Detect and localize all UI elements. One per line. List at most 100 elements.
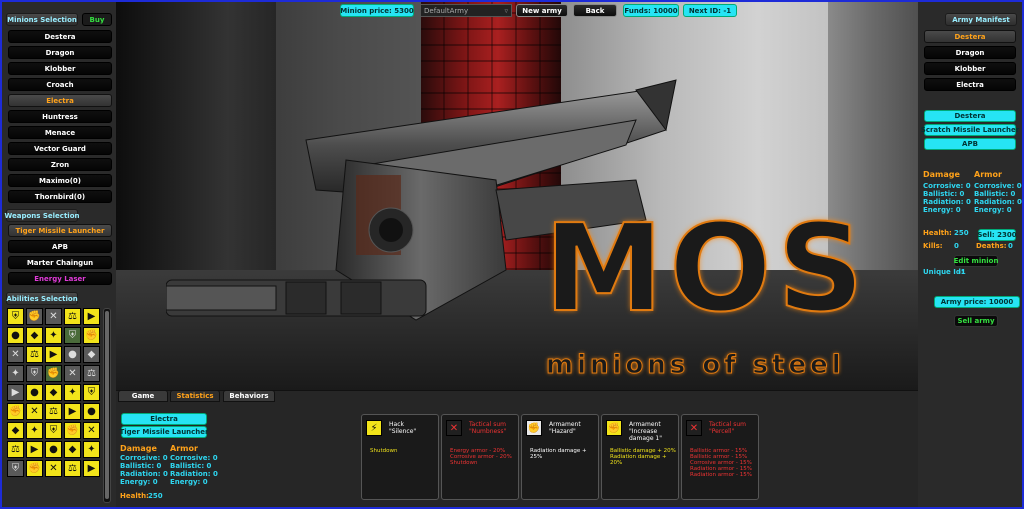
ability-slot-icon[interactable]: ● — [26, 384, 43, 401]
weapon-item-tiger-missile-launcher[interactable]: Tiger Missile Launcher — [8, 224, 112, 237]
detail-item-apb[interactable]: APB — [924, 138, 1016, 150]
army-item-electra[interactable]: Electra — [924, 78, 1016, 91]
back-button[interactable]: Back — [573, 4, 617, 17]
ability-slot-icon[interactable]: ● — [45, 441, 62, 458]
sell-army-button[interactable]: Sell army — [954, 315, 998, 327]
tab-behaviors[interactable]: Behaviors — [223, 390, 275, 402]
army-manifest-header: Army Manifest — [945, 13, 1017, 26]
tab-game[interactable]: Game — [118, 390, 168, 402]
sell-minion-button[interactable]: Sell: 2300 — [977, 229, 1017, 241]
ability-slot-icon[interactable]: ▶ — [7, 384, 24, 401]
tab-statistics[interactable]: Statistics — [170, 390, 220, 402]
weapon-item-marter-chaingun[interactable]: Marter Chaingun — [8, 256, 112, 269]
ability-card[interactable]: ✊ Armament "Hazard" Radiation damage + 25% — [521, 414, 599, 500]
ability-slot-icon[interactable]: ✕ — [26, 403, 43, 420]
ability-slot-icon[interactable]: ◆ — [26, 327, 43, 344]
minion-item-maximo-0[interactable]: Maximo(0) — [8, 174, 112, 187]
abilities-scrollbar[interactable] — [103, 308, 111, 503]
ability-slot-icon[interactable]: ✕ — [7, 346, 24, 363]
game-viewport: MOS minions of steel — [116, 0, 918, 390]
ability-slot-icon[interactable]: ✕ — [45, 308, 62, 325]
buy-button[interactable]: Buy — [82, 13, 112, 26]
ability-slot-icon[interactable]: ✊ — [45, 365, 62, 382]
unique-id-value: -1 — [958, 268, 966, 276]
ability-slot-icon[interactable]: ◆ — [7, 422, 24, 439]
minion-item-croach[interactable]: Croach — [8, 78, 112, 91]
ability-slot-icon[interactable]: ● — [7, 327, 24, 344]
detail-item-scratch-missile-launcher[interactable]: Scratch Missile Launcher — [921, 124, 1019, 136]
minion-price-label: Minion price: 5300 — [340, 4, 414, 17]
new-army-button[interactable]: New army — [516, 4, 568, 17]
ability-slot-icon[interactable]: ✊ — [83, 327, 100, 344]
scroll-thumb[interactable] — [105, 311, 109, 499]
ability-slot-icon[interactable]: ✦ — [26, 422, 43, 439]
minion-item-huntress[interactable]: Huntress — [8, 110, 112, 123]
minion-item-dragon[interactable]: Dragon — [8, 46, 112, 59]
ability-slot-icon[interactable]: ⚖ — [26, 346, 43, 363]
ability-slot-icon[interactable]: ⚖ — [7, 441, 24, 458]
ability-slot-icon[interactable]: ✕ — [45, 460, 62, 477]
minion-item-electra[interactable]: Electra — [8, 94, 112, 107]
ability-card[interactable]: ⚡ Hack "Silence" Shutdown — [361, 414, 439, 500]
ability-slot-icon[interactable]: ⛨ — [26, 365, 43, 382]
ability-slot-icon[interactable]: ⚖ — [64, 308, 81, 325]
army-item-destera[interactable]: Destera — [924, 30, 1016, 43]
ability-slot-icon[interactable]: ⛨ — [7, 460, 24, 477]
minion-item-destera[interactable]: Destera — [8, 30, 112, 43]
weapon-item-energy-laser[interactable]: Energy Laser — [8, 272, 112, 285]
ability-slot-icon[interactable]: ⛨ — [83, 384, 100, 401]
left-panel: Minions Selection Buy Destera Dragon Klobb… — [2, 2, 116, 507]
army-item-klobber[interactable]: Klobber — [924, 62, 1016, 75]
ability-card[interactable]: ✕ Tactical sum "Percell" Ballistic armor - … — [681, 414, 759, 500]
ability-slot-icon[interactable]: ✊ — [64, 422, 81, 439]
ability-slot-icon[interactable]: ✦ — [45, 327, 62, 344]
ability-card-type: Tactical sum — [709, 421, 746, 428]
edit-minion-button[interactable]: Edit minion — [954, 255, 998, 267]
minion-item-zron[interactable]: Zron — [8, 158, 112, 171]
weapon-item-apb[interactable]: APB — [8, 240, 112, 253]
ability-slot-icon[interactable]: ✕ — [64, 365, 81, 382]
ability-slot-icon[interactable]: ⛨ — [7, 308, 24, 325]
ability-slot-icon[interactable]: ✊ — [26, 308, 43, 325]
ability-slot-icon[interactable]: ✕ — [83, 422, 100, 439]
ability-slot-icon[interactable]: ▶ — [26, 441, 43, 458]
ability-slot-icon[interactable]: ◆ — [83, 346, 100, 363]
ability-slot-icon[interactable]: ⛨ — [45, 422, 62, 439]
minion-item-menace[interactable]: Menace — [8, 126, 112, 139]
deaths-label: Deaths: — [976, 242, 1007, 250]
ability-slot-icon[interactable]: ⚖ — [45, 403, 62, 420]
tactical-icon: ✕ — [686, 420, 702, 436]
ability-card[interactable]: ✕ Tactical sum "Numbness" Energy armor - 20… — [441, 414, 519, 500]
ability-card[interactable]: ✊ Armament "Increase damage 1" Ballistic da… — [601, 414, 679, 500]
ability-slot-icon[interactable]: ◆ — [64, 441, 81, 458]
ability-card-effects: Ballistic damage + 20% Radiation damage +… — [610, 448, 678, 466]
ability-slot-icon[interactable]: ⚖ — [83, 365, 100, 382]
ability-slot-icon[interactable]: ✦ — [64, 384, 81, 401]
ability-slot-icon[interactable]: ⚖ — [64, 460, 81, 477]
army-name-input[interactable]: DefaultArmy ▿ — [420, 4, 512, 17]
minion-item-klobber[interactable]: Klobber — [8, 62, 112, 75]
army-item-dragon[interactable]: Dragon — [924, 46, 1016, 59]
ability-slot-icon[interactable]: ⛨ — [64, 327, 81, 344]
abilities-selection-header: Abilities Selection — [6, 292, 78, 305]
ability-slot-icon[interactable]: ● — [64, 346, 81, 363]
ability-slot-icon[interactable]: ◆ — [45, 384, 62, 401]
ability-slot-icon[interactable]: ✦ — [7, 365, 24, 382]
bottom-weapon-name[interactable]: Tiger Missile Launcher — [120, 426, 209, 438]
ability-slot-icon[interactable]: ✊ — [7, 403, 24, 420]
ability-slot-icon[interactable]: ✦ — [83, 441, 100, 458]
ability-slot-icon[interactable]: ▶ — [45, 346, 62, 363]
ability-slot-icon[interactable]: ▶ — [83, 308, 100, 325]
detail-item-destera[interactable]: Destera — [924, 110, 1016, 122]
ability-slot-icon[interactable]: ● — [83, 403, 100, 420]
ability-slot-icon[interactable]: ▶ — [83, 460, 100, 477]
armament-icon: ✊ — [606, 420, 622, 436]
minion-item-vector-guard[interactable]: Vector Guard — [8, 142, 112, 155]
bottom-damage-title: Damage — [120, 444, 157, 453]
ability-slot-icon[interactable]: ▶ — [64, 403, 81, 420]
minion-item-thornbird-0[interactable]: Thornbird(0) — [8, 190, 112, 203]
ability-slot-icon[interactable]: ✊ — [26, 460, 43, 477]
weapons-selection-header: Weapons Selection — [5, 209, 80, 222]
bottom-minion-name[interactable]: Electra — [121, 413, 207, 425]
ability-card-effects: Radiation damage + 25% — [530, 448, 598, 460]
